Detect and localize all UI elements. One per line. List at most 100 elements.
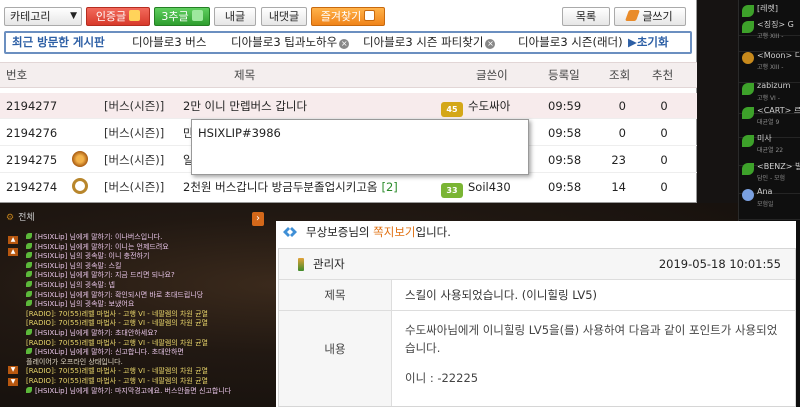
post-category: [버스(시즌)]	[104, 126, 165, 140]
post-title[interactable]: 2천원 버스갑니다 방금두분졸업시키고옴 [2]	[183, 174, 398, 200]
three-likes-button[interactable]: 3추글	[154, 7, 210, 26]
comment-count: [2]	[381, 180, 398, 194]
post-views: 0	[618, 99, 626, 113]
user-icon	[742, 189, 754, 201]
chat-line: 플레이어가 오프라인 상태입니다.	[26, 357, 123, 366]
header-likes: 추천	[652, 68, 674, 82]
table-header: 번호 제목 글쓴이 등록일 조회 추천	[0, 62, 697, 88]
leaf-icon	[26, 300, 32, 307]
list-button[interactable]: 목록	[562, 7, 610, 26]
post-views: 0	[618, 126, 626, 140]
post-number: 2194276	[6, 126, 58, 140]
post-views: 14	[611, 180, 626, 194]
chat-line: [RADIO]: 70(55)레벨 마법사 - 고행 VI - 네팔렘의 차원 …	[26, 309, 208, 318]
post-author[interactable]: Soil430	[468, 174, 511, 200]
content-value: 수도싸아님에게 이니힐링 LV5을(를) 사용하여 다음과 같이 포인트가 사용…	[405, 321, 785, 399]
chat-line: [HSIXLip] 님의 귓속말: 스킬	[26, 261, 262, 272]
category-select[interactable]: 카테고리 ▼	[4, 7, 82, 26]
post-date: 09:59	[548, 99, 582, 113]
post-number: 2194275	[6, 153, 58, 167]
close-icon[interactable]: ×	[339, 39, 350, 49]
write-label: 글쓰기	[642, 10, 673, 23]
leaf-icon	[26, 233, 32, 239]
header-views: 조회	[609, 68, 631, 82]
thumbs-up-icon	[191, 10, 203, 21]
user-avatar-icon	[72, 178, 88, 194]
recent-board-item[interactable]: 디아블로3 시즌 파티찾기 ×	[363, 33, 496, 52]
chat-channel-label: 전체	[18, 213, 35, 223]
scroll-up-icon[interactable]: ▲	[8, 248, 18, 256]
post-category: [버스(시즌)]	[104, 153, 165, 167]
table-row[interactable]: 2194274 [버스(시즌)] 2천원 버스갑니다 방금두분졸업시키고옴 [2]…	[0, 174, 697, 200]
three-likes-label: 3추글	[161, 10, 189, 23]
post-category: [버스(시즌)]	[104, 180, 165, 194]
post-views: 23	[611, 153, 626, 167]
chat-log: [HSIXLip] 님에게 말하기: 이나버스입니다. [HSIXLip] 님에…	[26, 233, 262, 396]
content-label: 내용	[279, 311, 392, 406]
leaf-icon	[742, 163, 754, 175]
post-likes: 0	[660, 180, 668, 194]
favorites-button[interactable]: 즐겨찾기	[311, 7, 385, 26]
my-posts-label: 내글	[224, 10, 246, 23]
leaf-icon	[742, 107, 754, 119]
recent-boards-title: 최근 방문한 게시판	[12, 35, 105, 49]
recent-board-item[interactable]: 디아블로3 시즌(래더)	[518, 33, 623, 52]
favorites-label: 즐겨찾기	[320, 10, 362, 23]
message-window: 무상보증님의 쪽지보기입니다. 관리자 2019-05-18 10:01:55 …	[276, 221, 796, 407]
table-row[interactable]: 2194277 [버스(시즌)] 2만 이니 만렙버스 갑니다 45 수도싸아 …	[0, 93, 697, 119]
recent-boards-bar: 최근 방문한 게시판 디아블로3 버스 디아블로3 팁과노하우 × 디아블로3 시…	[4, 31, 692, 54]
scroll-top-icon[interactable]: ▲	[8, 236, 18, 244]
post-date: 09:58	[548, 153, 582, 167]
post-title[interactable]: 2만 이니 만렙버스 갑니다	[183, 93, 307, 119]
close-icon[interactable]: ×	[485, 39, 496, 49]
subject-value: 스킬이 사용되었습니다. (이니힐링 LV5)	[405, 288, 598, 302]
medal-icon	[129, 10, 141, 21]
chat-scrollbar[interactable]: ▲ ▲ ▼ ▼	[8, 236, 18, 386]
chat-line: [HSIXLip] 님에게 말하기: 지금 드리면 되나요?	[26, 271, 262, 281]
chat-line: [HSIXLip] 님의 귓속말: 보냈어요	[26, 300, 262, 310]
chat-line: [HSIXLip] 님에게 말하기: 이나버스입니다.	[26, 233, 262, 243]
scroll-down-icon[interactable]: ▼	[8, 366, 18, 374]
list-label: 목록	[575, 10, 597, 23]
leaf-icon	[26, 386, 32, 393]
subject-label: 제목	[279, 280, 392, 311]
post-number: 2194274	[6, 180, 58, 194]
level-icon	[298, 258, 304, 271]
write-button[interactable]: 글쓰기	[614, 7, 686, 26]
header-number: 번호	[6, 68, 28, 82]
leaf-icon	[26, 261, 32, 268]
post-number: 2194277	[6, 99, 58, 113]
message-body: 관리자 2019-05-18 10:01:55 제목 스킬이 사용되었습니다. …	[278, 248, 796, 407]
post-category: [버스(시즌)]	[104, 99, 165, 113]
my-comments-button[interactable]: 내댓글	[261, 7, 307, 26]
leaf-icon	[742, 83, 754, 95]
my-posts-button[interactable]: 내글	[214, 7, 256, 26]
leaf-icon	[26, 348, 32, 355]
sent-date: 2019-05-18 10:01:55	[658, 257, 781, 271]
post-author[interactable]: 수도싸아	[468, 93, 510, 119]
gear-icon[interactable]: ⚙	[6, 213, 14, 223]
post-likes: 0	[660, 153, 668, 167]
leaf-icon	[26, 271, 32, 278]
chat-header: ⚙ 전체	[6, 210, 35, 223]
battletag-text: HSIXLIP#3986	[198, 126, 281, 140]
post-likes: 0	[660, 99, 668, 113]
reset-recent-button[interactable]: ▶초기화	[626, 33, 669, 52]
certified-posts-button[interactable]: 인증글	[86, 7, 150, 26]
chat-line: [HSIXLip] 님의 귓속말: 이니 충전하기	[26, 252, 262, 262]
friend-item[interactable]: Ana 모험일	[739, 184, 800, 220]
recent-board-item[interactable]: 디아블로3 팁과노하우 ×	[231, 33, 350, 52]
leaf-icon	[742, 21, 754, 33]
header-title: 제목	[234, 68, 256, 82]
post-date: 09:58	[548, 180, 582, 194]
site-logo-icon	[283, 227, 297, 237]
leaf-icon	[26, 280, 32, 287]
recent-board-item[interactable]: 디아블로3 버스	[132, 33, 206, 52]
post-date: 09:58	[548, 126, 582, 140]
chevron-right-icon[interactable]: ›	[252, 212, 264, 226]
user-avatar-icon	[72, 151, 88, 167]
scroll-bottom-icon[interactable]: ▼	[8, 378, 18, 386]
divider	[392, 310, 795, 311]
bookmark-icon	[364, 10, 376, 21]
chat-line: [HSIXLip] 님에게 말하기: 확인되시면 바로 초대드립니당	[26, 290, 262, 301]
